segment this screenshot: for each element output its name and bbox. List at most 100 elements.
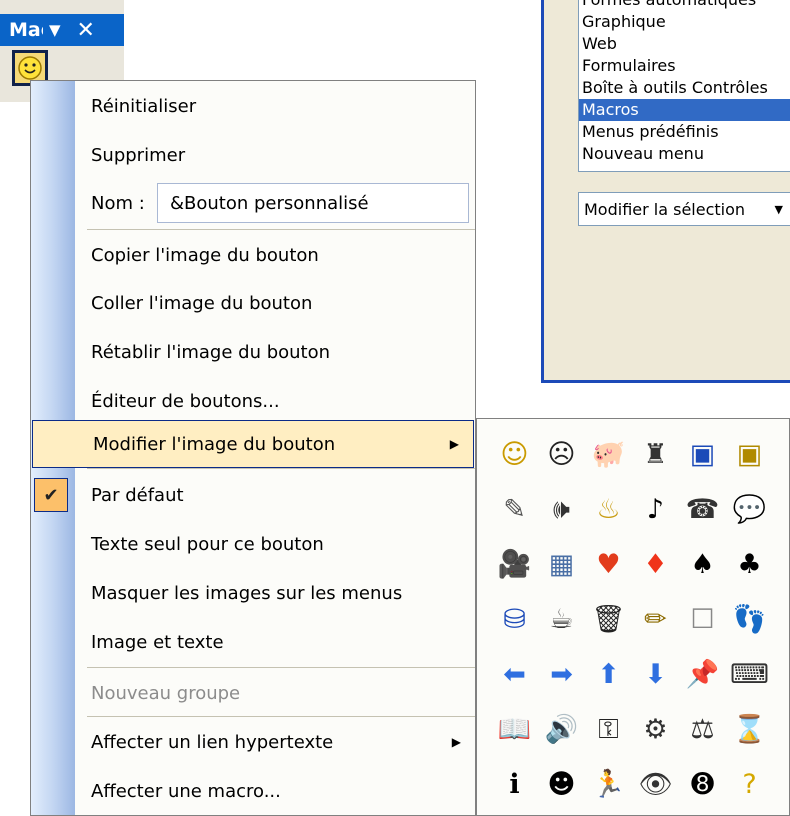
key-icon[interactable]: ⚿ [585,702,632,757]
menu-item-label: Affecter une macro... [91,780,281,802]
menu-item-label: Affecter un lien hypertexte [91,731,334,753]
toolbar-title-bar[interactable]: Macros ▼ ✕ [0,14,124,46]
menu-item-label: Supprimer [91,144,186,166]
menu-item-image-and-text[interactable]: Image et texte [31,618,475,666]
heart-icon[interactable]: ♥ [585,537,632,592]
save-blue-icon[interactable]: ▣ [679,427,726,482]
chevron-down-icon[interactable]: ▼ [49,21,61,39]
film-reel-icon[interactable]: ⚙ [632,702,679,757]
list-item-selected[interactable]: Macros [579,99,790,121]
submenu-arrow-icon: ▶ [451,735,461,749]
menu-divider [87,667,475,668]
frown-icon[interactable]: ☹ [538,427,585,482]
calculator-icon[interactable]: ▦ [538,537,585,592]
menu-item-label: Modifier l'image du bouton [93,433,336,455]
menu-divider [87,468,475,469]
menu-item-reset[interactable]: Réinitialiser [31,82,475,130]
blank-square-icon[interactable]: ☐ [679,592,726,647]
button-context-menu: Réinitialiser Supprimer Nom : &Bouton pe… [30,80,476,816]
scales-icon[interactable]: ⚖ [679,702,726,757]
list-item[interactable]: Formes automatiques [579,0,790,11]
submenu-arrow-icon: ▶ [449,437,459,451]
paint-can-icon[interactable]: ⛁ [491,592,538,647]
menu-item-button-editor[interactable]: Éditeur de boutons... [31,377,475,425]
book-icon[interactable]: 📖 [491,702,538,757]
arrow-left-icon[interactable]: ⬅ [491,647,538,702]
menu-item-label: Rétablir l'image du bouton [91,341,331,363]
menu-item-assign-hyperlink[interactable]: Affecter un lien hypertexte ▶ [31,718,475,766]
menu-item-label: Coller l'image du bouton [91,292,313,314]
close-icon[interactable]: ✕ [77,18,95,43]
bell-icon[interactable]: ♨ [585,482,632,537]
list-item[interactable]: Nouveau menu [579,143,790,165]
pencil-icon[interactable]: ✏ [632,592,679,647]
microphone-icon[interactable]: ✎ [491,482,538,537]
smiley-icon [18,56,42,80]
trash-icon[interactable]: 🗑 [585,592,632,647]
list-item[interactable]: Formulaires [579,55,790,77]
running-man-icon[interactable]: 🏃 [585,757,632,812]
toolbar-title: Macros [9,19,43,41]
sound-wave-icon[interactable]: 🔊 [538,702,585,757]
piggy-bank-icon[interactable]: 🐖 [585,427,632,482]
music-note-icon[interactable]: ♪ [632,482,679,537]
menu-divider [87,716,475,717]
menu-item-text-only[interactable]: Texte seul pour ce bouton [31,520,475,568]
menu-item-assign-macro[interactable]: Affecter une macro... [31,767,475,815]
list-item[interactable]: Boîte à outils Contrôles [579,77,790,99]
list-item[interactable]: Graphique [579,11,790,33]
menu-item-label: Masquer les images sur les menus [91,582,403,604]
eye-icon[interactable]: 👁 [632,757,679,812]
toolbars-list[interactable]: Formes automatiques Graphique Web Formul… [578,0,790,172]
pen-stand-icon[interactable]: ♜ [632,427,679,482]
menu-item-restore-image[interactable]: Rétablir l'image du bouton [31,328,475,376]
menu-item-new-group: Nouveau groupe [31,669,475,717]
list-item[interactable]: Web [579,33,790,55]
smiley-icon[interactable]: ☺ [491,427,538,482]
speech-bubble-icon[interactable]: 💬 [726,482,773,537]
keyboard-icon[interactable]: ⌨ [726,647,773,702]
arrow-down-icon[interactable]: ⬇ [632,647,679,702]
pushpin-icon[interactable]: 📌 [679,647,726,702]
club-icon[interactable]: ♣ [726,537,773,592]
button-image-picker: ☺ ☹ 🐖 ♜ ▣ ▣ ✎ 🕪 ♨ ♪ ☎ 💬 🎥 ▦ ♥ ♦ ♠ ♣ ⛁ ☕ 🗑 ✏ ☐ 👣 ⬅ ➡ ⬆ ⬇ 📌 ⌨ 📖 🔊 ⚿ ⚙ ⚖ ⌛ ℹ ☻ 🏃 👁… [476,418,790,816]
arrow-up-icon[interactable]: ⬆ [585,647,632,702]
hourglass-icon[interactable]: ⌛ [726,702,773,757]
menu-item-label: Texte seul pour ce bouton [91,533,324,555]
mug-icon[interactable]: ☕ [538,592,585,647]
arrow-right-icon[interactable]: ➡ [538,647,585,702]
diamond-icon[interactable]: ♦ [632,537,679,592]
camera-icon[interactable]: 🎥 [491,537,538,592]
menu-item-copy-image[interactable]: Copier l'image du bouton [31,231,475,279]
menu-item-label: Copier l'image du bouton [91,244,319,266]
question-mark-icon[interactable]: ? [726,757,773,812]
speaker-icon[interactable]: 🕪 [538,482,585,537]
menu-item-label: Éditeur de boutons... [91,390,280,412]
footprints-icon[interactable]: 👣 [726,592,773,647]
telephone-icon[interactable]: ☎ [679,482,726,537]
menu-divider [87,229,475,230]
save-yellow-icon[interactable]: ▣ [726,427,773,482]
icon-grid: ☺ ☹ 🐖 ♜ ▣ ▣ ✎ 🕪 ♨ ♪ ☎ 💬 🎥 ▦ ♥ ♦ ♠ ♣ ⛁ ☕ 🗑 ✏ ☐ 👣 ⬅ ➡ ⬆ ⬇ 📌 ⌨ 📖 🔊 ⚿ ⚙ ⚖ ⌛ ℹ ☻ 🏃 👁… [491,427,773,812]
menu-item-label: Réinitialiser [91,95,197,117]
spade-icon[interactable]: ♠ [679,537,726,592]
menu-item-label: Image et texte [91,631,224,653]
menu-item-change-image[interactable]: Modifier l'image du bouton ▶ [32,420,474,468]
list-item[interactable]: Menus prédéfinis [579,121,790,143]
menu-item-name: Nom : &Bouton personnalisé [31,179,475,227]
name-input[interactable]: &Bouton personnalisé [157,183,469,223]
menu-item-delete[interactable]: Supprimer [31,131,475,179]
menu-item-default-style[interactable]: ✔ Par défaut [31,471,475,519]
customize-dialog: Formes automatiques Graphique Web Formul… [541,0,790,383]
info-person-icon[interactable]: ℹ [491,757,538,812]
eight-ball-icon[interactable]: ➑ [679,757,726,812]
menu-item-label: Par défaut [91,484,184,506]
menu-item-label: Nouveau groupe [91,682,241,704]
menu-item-paste-image[interactable]: Coller l'image du bouton [31,279,475,327]
head-profile-icon[interactable]: ☻ [538,757,585,812]
chevron-down-icon: ▼ [774,202,783,216]
modify-selection-label: Modifier la sélection [584,199,746,219]
modify-selection-dropdown[interactable]: Modifier la sélection ▼ [578,192,790,226]
checkmark-icon: ✔ [34,478,68,512]
menu-item-hide-images[interactable]: Masquer les images sur les menus [31,569,475,617]
